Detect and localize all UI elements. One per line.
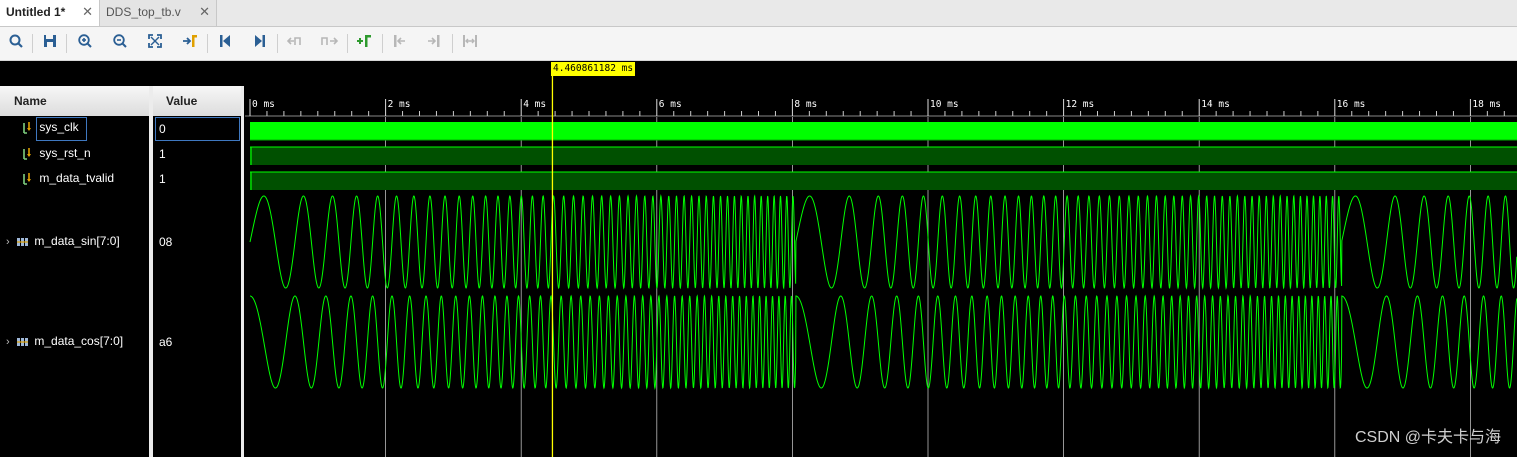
zoom-fit-icon[interactable] xyxy=(145,33,165,53)
save-icon[interactable] xyxy=(40,33,60,53)
signal-list-panel: Name Value sys_clk 0 sys_rst_n 1 m_data_… xyxy=(0,61,244,457)
sys-rst-n-wave xyxy=(250,147,1517,165)
previous-marker-icon[interactable] xyxy=(390,33,410,53)
signal-name: m_data_tvalid xyxy=(39,171,115,185)
signal-row-m-data-cos[interactable]: › m_data_cos[7:0] xyxy=(6,334,123,348)
ruler-label: 4 ms xyxy=(523,99,546,110)
previous-transition-icon[interactable] xyxy=(286,33,306,53)
m-data-cos-wave xyxy=(249,294,1517,390)
zoom-in-icon[interactable] xyxy=(75,33,95,53)
add-marker-icon[interactable] xyxy=(355,33,375,53)
ruler-label: 12 ms xyxy=(1066,99,1095,110)
panel-divider[interactable] xyxy=(241,86,244,457)
swap-cursors-icon[interactable] xyxy=(460,33,480,53)
value-selection-highlight xyxy=(155,117,240,141)
column-divider[interactable] xyxy=(149,86,153,457)
ruler-label: 6 ms xyxy=(659,99,682,110)
m-data-tvalid-wave xyxy=(250,172,1517,190)
close-icon[interactable]: ✕ xyxy=(82,0,93,24)
signal-row-sys-rst-n[interactable]: sys_rst_n xyxy=(22,146,91,161)
ruler-label: 2 ms xyxy=(388,99,411,110)
search-icon[interactable] xyxy=(6,33,26,53)
tab-label: Untitled 1* xyxy=(6,5,66,19)
expand-chevron-icon[interactable]: › xyxy=(6,336,10,348)
zoom-out-icon[interactable] xyxy=(110,33,130,53)
signal-name: sys_rst_n xyxy=(39,146,91,160)
signal-value-m-data-sin: 08 xyxy=(159,235,173,249)
waveform-canvas[interactable]: 0 ms 2 ms 4 ms 6 ms 8 ms 10 ms 12 ms 14 ms 16 ms… xyxy=(245,61,1517,457)
ruler-label: 18 ms xyxy=(1472,99,1501,110)
cursor-time-label[interactable]: 4.460861182 ms xyxy=(551,62,636,76)
value-column-header[interactable]: Value xyxy=(152,86,243,116)
m-data-sin-wave xyxy=(249,194,1517,290)
next-marker-icon[interactable] xyxy=(425,33,445,53)
tab-dds-top-tb[interactable]: DDS_top_tb.v ✕ xyxy=(100,0,217,26)
bit-signal-icon xyxy=(23,147,31,160)
time-ruler xyxy=(245,85,1517,116)
next-transition-icon[interactable] xyxy=(320,33,340,53)
signal-name: m_data_cos[7:0] xyxy=(34,334,124,348)
name-column-header[interactable]: Name xyxy=(0,86,149,116)
go-to-time-0-icon[interactable] xyxy=(215,33,235,53)
sys-clk-wave xyxy=(250,122,1517,140)
bus-signal-icon xyxy=(17,237,29,246)
go-to-cursor-icon[interactable] xyxy=(180,33,200,53)
expand-chevron-icon[interactable]: › xyxy=(6,236,10,248)
bus-signal-icon xyxy=(17,337,29,346)
selection-highlight xyxy=(36,117,87,141)
bit-signal-icon xyxy=(23,121,31,134)
signal-row-m-data-tvalid[interactable]: m_data_tvalid xyxy=(22,171,114,186)
watermark: CSDN @卡夫卡与海 xyxy=(1354,429,1501,446)
ruler-label: 10 ms xyxy=(930,99,959,110)
tab-label: DDS_top_tb.v xyxy=(106,5,181,19)
signal-value-m-data-cos: a6 xyxy=(159,335,173,349)
go-to-last-time-icon[interactable] xyxy=(250,33,270,53)
close-icon[interactable]: ✕ xyxy=(199,0,210,24)
bit-signal-icon xyxy=(23,172,31,185)
signal-name: m_data_sin[7:0] xyxy=(34,234,120,248)
toolbar xyxy=(0,27,1517,61)
ruler-label: 8 ms xyxy=(794,99,817,110)
ruler-label: 0 ms xyxy=(252,99,275,110)
signal-value-sys-rst-n: 1 xyxy=(159,147,166,161)
tab-bar: Untitled 1* ✕ DDS_top_tb.v ✕ xyxy=(0,0,1517,27)
signal-row-m-data-sin[interactable]: › m_data_sin[7:0] xyxy=(6,234,120,248)
signal-value-m-data-tvalid: 1 xyxy=(159,172,166,186)
ruler-label: 14 ms xyxy=(1201,99,1230,110)
ruler-label: 16 ms xyxy=(1337,99,1366,110)
tab-untitled-1[interactable]: Untitled 1* ✕ xyxy=(0,0,100,26)
